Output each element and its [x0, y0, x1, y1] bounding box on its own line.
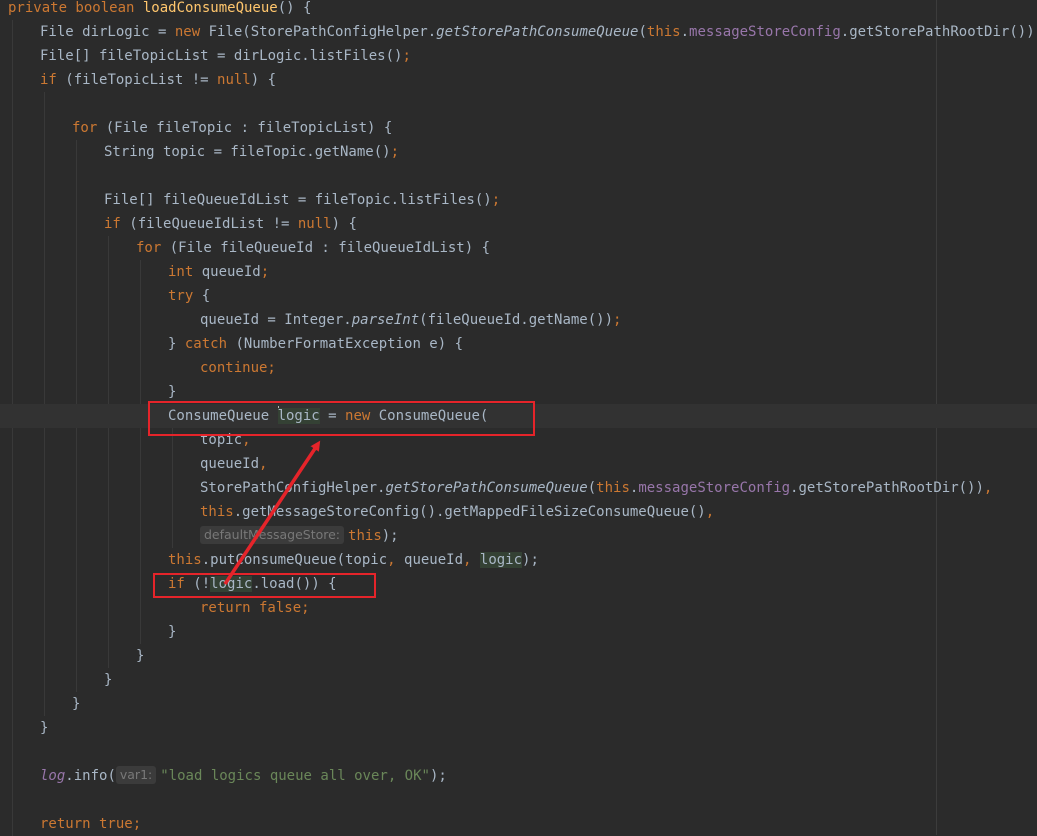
code-editor[interactable]: private boolean loadConsumeQueue() {File… — [0, 0, 1037, 836]
annotation-arrow — [223, 440, 321, 585]
